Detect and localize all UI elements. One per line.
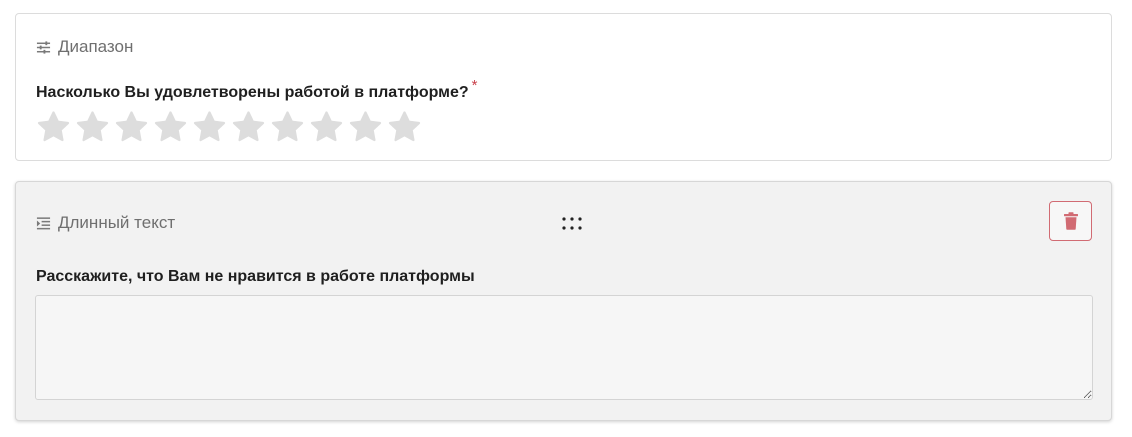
long-text-answer-field[interactable] [35, 295, 1093, 400]
question-card-range: Диапазон Насколько Вы удовлетворены рабо… [15, 13, 1112, 161]
star-icon[interactable] [231, 110, 266, 144]
star-icon[interactable] [309, 110, 344, 144]
delete-question-button[interactable] [1049, 201, 1092, 241]
question-card-long-text[interactable]: Длинный текст Расскажите, что Вам не нра… [15, 181, 1112, 421]
question-title: Расскажите, что Вам не нравится в работе… [36, 268, 475, 286]
question-type-header: Диапазон [36, 37, 133, 57]
drag-handle-icon[interactable] [561, 216, 583, 232]
text-indent-icon [36, 216, 51, 229]
question-type-header: Длинный текст [36, 213, 175, 233]
star-icon[interactable] [75, 110, 110, 144]
star-icon[interactable] [114, 110, 149, 144]
sliders-icon [36, 40, 51, 54]
question-text: Насколько Вы удовлетворены работой в пла… [36, 84, 469, 101]
trash-icon [1063, 212, 1078, 230]
question-type-label: Длинный текст [58, 213, 176, 232]
required-mark: * [471, 77, 478, 94]
star-icon[interactable] [270, 110, 305, 144]
star-icon[interactable] [153, 110, 188, 144]
question-type-label: Диапазон [58, 37, 134, 56]
star-icon[interactable] [192, 110, 227, 144]
question-text: Расскажите, что Вам не нравится в работе… [36, 268, 475, 285]
question-title: Насколько Вы удовлетворены работой в пла… [36, 77, 478, 102]
star-icon[interactable] [348, 110, 383, 144]
star-icon[interactable] [387, 110, 422, 144]
rating-stars [36, 110, 422, 144]
star-icon[interactable] [36, 110, 71, 144]
